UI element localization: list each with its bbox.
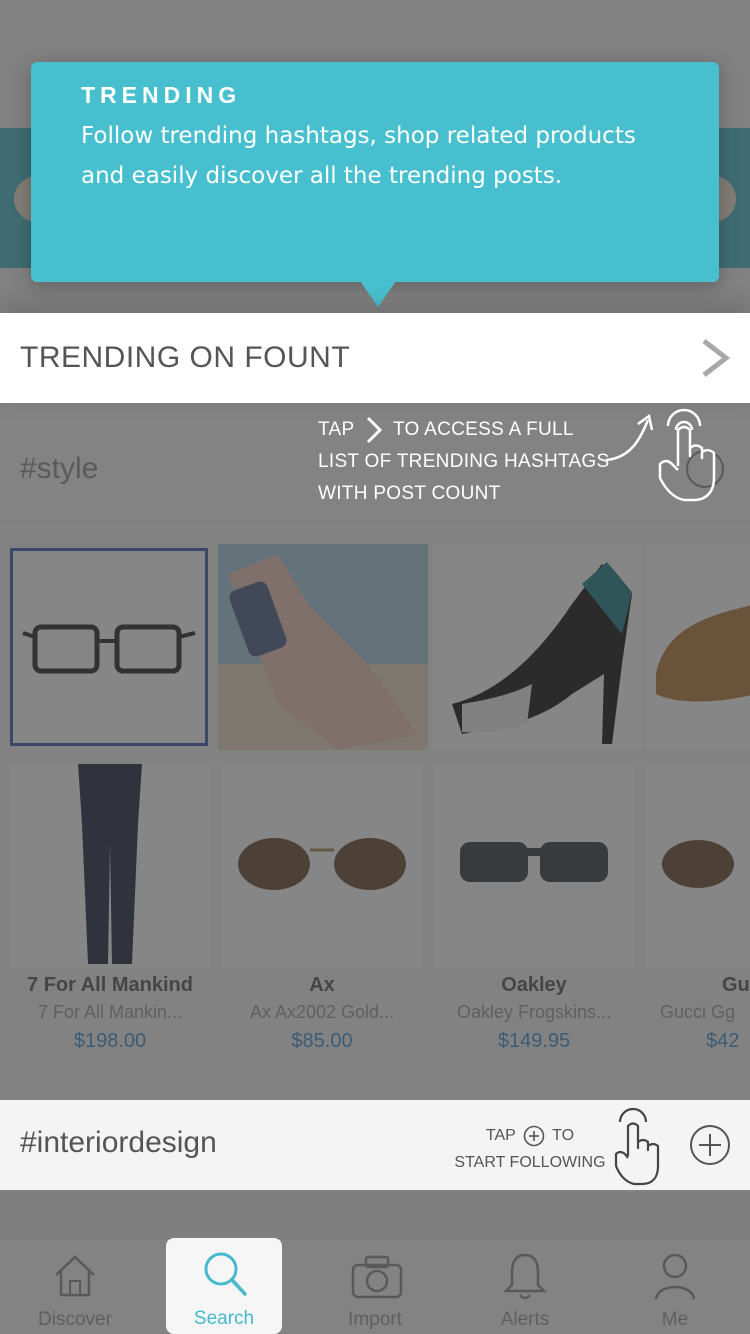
tab-label: Search (193, 1308, 255, 1329)
chevron-right-icon[interactable] (698, 337, 732, 379)
glasses-image (22, 624, 196, 674)
product-tile-oakley[interactable] (434, 764, 634, 968)
hashtag-style-label: #style (20, 452, 99, 485)
tab-label: Alerts (500, 1309, 550, 1330)
tab-import[interactable]: Import (300, 1239, 450, 1334)
access-hint-line3: WITH POST COUNT (318, 483, 501, 504)
trending-tooltip: TRENDING Follow trending hashtags, shop … (31, 62, 719, 282)
person-icon (654, 1253, 696, 1300)
shoe-image (656, 605, 750, 702)
product-brand: 7 For All Mankind (27, 974, 193, 996)
tab-me[interactable]: Me (600, 1239, 750, 1334)
search-icon (204, 1252, 247, 1296)
access-hint-line1: TO ACCESS A FULL (392, 419, 574, 440)
camera-icon (351, 1255, 403, 1299)
hashtag-interiordesign-label: #interiordesign (20, 1126, 217, 1159)
product-brand: Ax (309, 974, 335, 996)
access-hint-line2: LIST OF TRENDING HASHTAGS (318, 451, 610, 472)
product-tile-gucci[interactable] (646, 764, 750, 968)
product-name: Oakley Frogskins... (456, 1002, 612, 1022)
follow-hint-line2: START FOLLOWING (454, 1154, 606, 1171)
follow-hint: TAP TO START FOLLOWING (450, 1122, 610, 1176)
product-brand: Oakley (501, 974, 567, 996)
follow-plus-button-icon[interactable] (689, 1124, 731, 1166)
tab-label: Discover (38, 1309, 112, 1330)
aviator-image (238, 838, 406, 890)
tooltip-pointer (360, 281, 396, 307)
product-name: 7 For All Mankin... (37, 1002, 183, 1022)
product-brand: Gu (722, 974, 750, 996)
product-tile-heels[interactable] (432, 544, 642, 750)
gucci-image (662, 840, 734, 888)
oakley-image (460, 842, 608, 882)
follow-hint-to: TO (552, 1127, 575, 1144)
tab-bar: Discover Import Alerts Me (0, 1238, 750, 1334)
product-tile-shoe[interactable] (646, 544, 750, 750)
product-name: Ax Ax2002 Gold... (249, 1002, 395, 1022)
home-icon (55, 1255, 95, 1297)
product-tile-jeans[interactable] (10, 764, 210, 968)
tap-hand-icon-follow (614, 1107, 660, 1186)
hand-image (218, 544, 428, 750)
tooltip-title: TRENDING (81, 82, 242, 108)
tab-search[interactable]: Search (166, 1238, 282, 1334)
heels-image (452, 562, 632, 744)
tab-label: Import (348, 1309, 402, 1330)
access-hint-tap: TAP (318, 419, 355, 440)
product-price: $42 (706, 1030, 740, 1052)
product-price: $198.00 (73, 1030, 147, 1052)
product-tile-aviator-gold[interactable] (222, 764, 422, 968)
bell-icon (502, 1253, 548, 1300)
jeans-image (78, 764, 142, 964)
follow-hint-tap: TAP (485, 1127, 516, 1144)
tab-label: Me (661, 1309, 689, 1330)
product-price: $149.95 (497, 1030, 571, 1052)
access-hint: TAP TO ACCESS A FULL LIST OF TRENDING HA… (318, 414, 618, 510)
next-row-preview (0, 1192, 750, 1242)
tab-discover[interactable]: Discover (0, 1239, 150, 1334)
trending-header-title: TRENDING ON FOUNT (20, 341, 351, 374)
product-tile-glasses[interactable] (10, 548, 208, 746)
tab-alerts[interactable]: Alerts (450, 1239, 600, 1334)
trending-header[interactable]: TRENDING ON FOUNT (0, 313, 750, 403)
product-price: $85.00 (291, 1030, 353, 1052)
product-name: Gucci Gg (660, 1002, 736, 1022)
tooltip-body: Follow trending hashtags, shop related p… (81, 123, 636, 189)
product-tile-hand[interactable] (218, 544, 428, 750)
tap-hand-icon (658, 408, 716, 502)
chevron-right-icon (366, 416, 382, 444)
plus-circle-icon (523, 1125, 545, 1147)
